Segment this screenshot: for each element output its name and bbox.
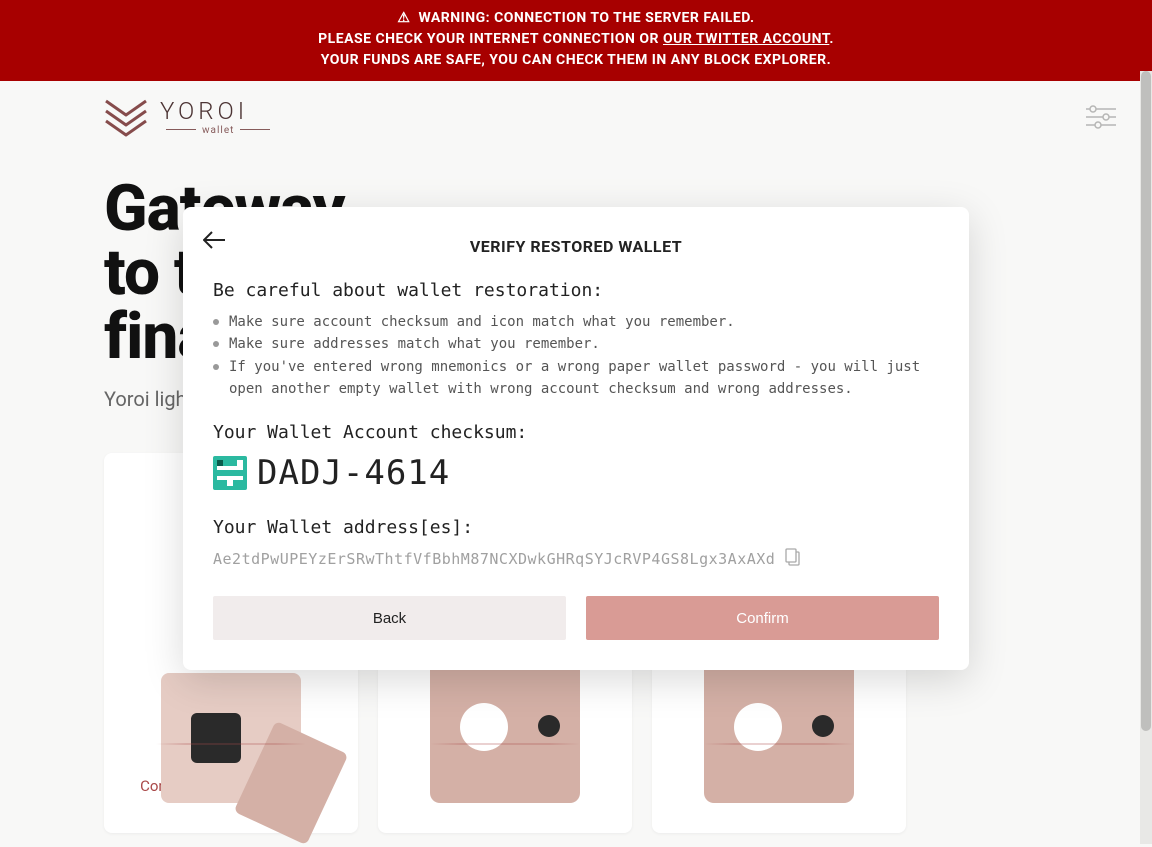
card-divider bbox=[430, 743, 580, 745]
confirm-button[interactable]: Confirm bbox=[586, 596, 939, 640]
verify-restored-wallet-modal: VERIFY RESTORED WALLET Be careful about … bbox=[183, 207, 969, 671]
connection-warning-banner: WARNING: CONNECTION TO THE SERVER FAILED… bbox=[0, 0, 1152, 81]
warning-line-1: WARNING: CONNECTION TO THE SERVER FAILED… bbox=[0, 8, 1152, 29]
restoration-warning-heading: Be careful about wallet restoration: bbox=[213, 280, 939, 301]
brand-name: YOROI bbox=[160, 99, 276, 123]
wallet-address: Ae2tdPwUPEYzErSRwThtfVfBbhM87NCXDwkGHRqS… bbox=[213, 550, 775, 568]
card-divider bbox=[156, 743, 306, 745]
checksum-identicon bbox=[213, 456, 247, 490]
copy-icon[interactable] bbox=[785, 548, 801, 570]
scrollbar[interactable] bbox=[1140, 71, 1152, 844]
settings-icon[interactable] bbox=[1086, 105, 1116, 129]
list-item: If you've entered wrong mnemonics or a w… bbox=[213, 356, 939, 401]
checksum-row: DADJ-4614 bbox=[213, 453, 939, 493]
warning-line-2-pre: PLEASE CHECK YOUR INTERNET CONNECTION OR bbox=[318, 31, 663, 47]
warning-line-3: YOUR FUNDS ARE SAFE, YOU CAN CHECK THEM … bbox=[0, 50, 1152, 71]
address-row: Ae2tdPwUPEYzErSRwThtfVfBbhM87NCXDwkGHRqS… bbox=[213, 548, 939, 570]
warning-line-2: PLEASE CHECK YOUR INTERNET CONNECTION OR… bbox=[0, 29, 1152, 50]
modal-button-row: Back Confirm bbox=[213, 596, 939, 640]
scrollbar-thumb[interactable] bbox=[1141, 71, 1151, 731]
hardware-wallet-icon bbox=[161, 673, 301, 803]
back-button[interactable]: Back bbox=[213, 596, 566, 640]
yoroi-logo-icon bbox=[104, 97, 148, 137]
address-heading: Your Wallet address[es]: bbox=[213, 517, 939, 538]
restoration-warning-list: Make sure account checksum and icon matc… bbox=[213, 311, 939, 401]
warning-line-2-post: . bbox=[829, 31, 834, 47]
twitter-link[interactable]: OUR TWITTER ACCOUNT bbox=[663, 31, 829, 47]
checksum-value: DADJ-4614 bbox=[257, 453, 450, 493]
checksum-heading: Your Wallet Account checksum: bbox=[213, 422, 939, 443]
topbar: YOROI wallet bbox=[0, 81, 1152, 137]
list-item: Make sure account checksum and icon matc… bbox=[213, 311, 939, 333]
yoroi-logo: YOROI wallet bbox=[104, 97, 276, 137]
brand-subtitle: wallet bbox=[160, 125, 276, 136]
card-divider bbox=[704, 743, 854, 745]
modal-title: VERIFY RESTORED WALLET bbox=[213, 237, 939, 256]
modal-back-arrow[interactable] bbox=[203, 231, 225, 253]
list-item: Make sure addresses match what you remem… bbox=[213, 333, 939, 355]
